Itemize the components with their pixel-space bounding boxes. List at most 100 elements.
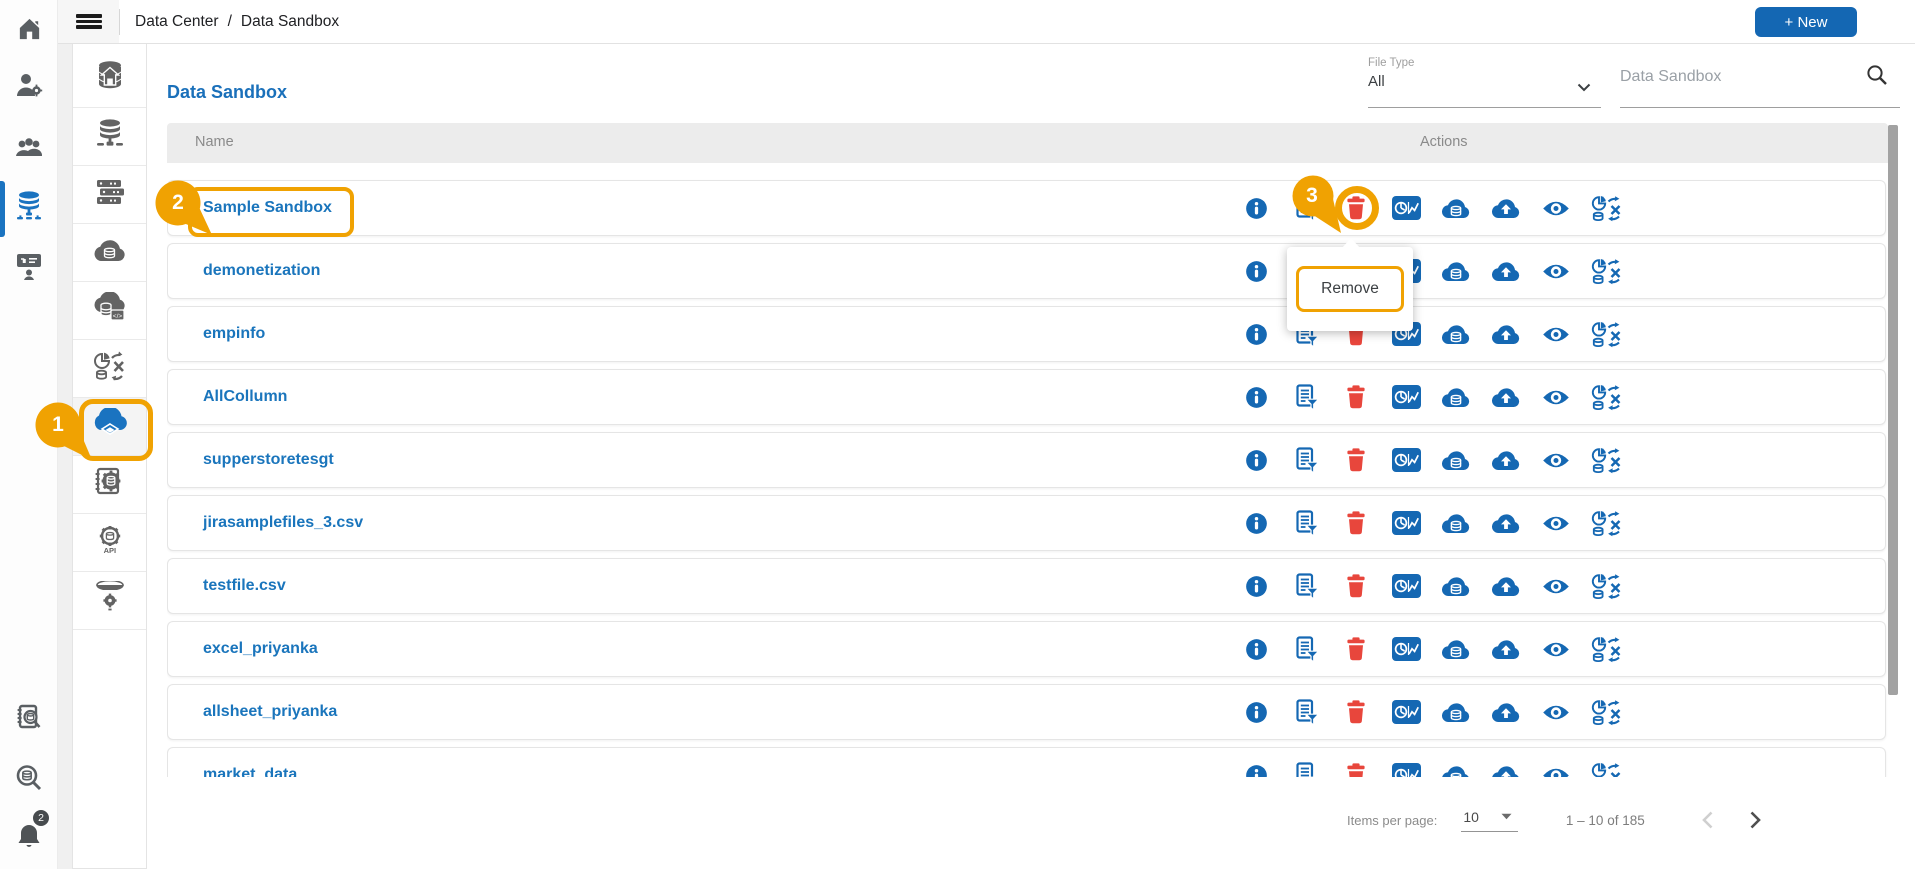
action-cloud-database[interactable] [1431,559,1481,613]
action-preview[interactable] [1531,433,1581,487]
action-cloud-database[interactable] [1431,307,1481,361]
action-visualize[interactable] [1381,370,1431,424]
action-cloud-database[interactable] [1431,181,1481,235]
sidebar-item-user-groups[interactable] [0,127,58,171]
action-preview[interactable] [1531,685,1581,739]
page-size-select[interactable]: 10 [1449,809,1518,832]
sidebar-item-metadata-search[interactable] [0,698,58,742]
row-name-link[interactable]: supperstoretesgt [203,433,334,487]
action-upload-cloud[interactable] [1481,496,1531,550]
action-remove[interactable] [1331,559,1381,613]
action-cloud-database[interactable] [1431,622,1481,676]
row-name-link[interactable]: market_data [203,748,297,777]
action-duplicate-filter[interactable] [1281,559,1331,613]
action-cloud-database[interactable] [1431,370,1481,424]
sidebar-item-notifications[interactable]: 2 [0,810,58,860]
action-remove[interactable] [1331,622,1381,676]
breadcrumb-data-sandbox[interactable]: Data Sandbox [241,13,339,31]
action-visualize[interactable] [1381,622,1431,676]
action-info[interactable] [1231,496,1281,550]
sidebar-item-data-engine[interactable] [73,456,146,514]
action-duplicate-filter[interactable] [1281,181,1331,235]
action-cloud-database[interactable] [1431,496,1481,550]
action-duplicate-filter[interactable] [1281,622,1331,676]
sidebar-item-data-search[interactable] [0,758,58,802]
file-type-select[interactable]: File Type All [1368,57,1601,108]
action-info[interactable] [1231,685,1281,739]
search-icon[interactable] [1866,64,1888,91]
action-cloud-database[interactable] [1431,244,1481,298]
action-data-sync[interactable] [1581,307,1631,361]
action-upload-cloud[interactable] [1481,244,1531,298]
action-info[interactable] [1231,370,1281,424]
sidebar-item-data-as-code[interactable]: </> [73,282,146,340]
action-remove[interactable] [1331,685,1381,739]
action-cloud-database[interactable] [1431,433,1481,487]
action-visualize[interactable] [1381,748,1431,777]
action-preview[interactable] [1531,244,1581,298]
sidebar-item-database-connections[interactable] [73,108,146,166]
sidebar-item-data-center-home[interactable] [73,50,146,108]
sidebar-item-user-settings[interactable] [0,66,58,110]
action-preview[interactable] [1531,748,1581,777]
action-remove[interactable] [1331,181,1381,235]
sidebar-item-home[interactable] [0,8,58,52]
sidebar-item-data-warehouse[interactable] [73,166,146,224]
action-info[interactable] [1231,559,1281,613]
action-data-sync[interactable] [1581,244,1631,298]
sidebar-item-data-transform[interactable] [73,340,146,398]
new-button[interactable]: + New [1755,7,1857,37]
row-name-link[interactable]: Sample Sandbox [203,181,332,235]
action-upload-cloud[interactable] [1481,433,1531,487]
action-preview[interactable] [1531,496,1581,550]
action-duplicate-filter[interactable] [1281,370,1331,424]
action-data-sync[interactable] [1581,370,1631,424]
action-upload-cloud[interactable] [1481,685,1531,739]
row-name-link[interactable]: empinfo [203,307,265,361]
action-info[interactable] [1231,622,1281,676]
hamburger-menu-button[interactable] [58,0,119,43]
action-duplicate-filter[interactable] [1281,748,1331,777]
action-data-sync[interactable] [1581,433,1631,487]
breadcrumb-data-center[interactable]: Data Center [135,13,219,31]
sidebar-item-presentation[interactable] [0,246,58,290]
action-visualize[interactable] [1381,685,1431,739]
action-cloud-database[interactable] [1431,685,1481,739]
action-data-sync[interactable] [1581,496,1631,550]
action-info[interactable] [1231,307,1281,361]
action-duplicate-filter[interactable] [1281,433,1331,487]
action-upload-cloud[interactable] [1481,181,1531,235]
action-visualize[interactable] [1381,496,1431,550]
action-visualize[interactable] [1381,433,1431,487]
action-preview[interactable] [1531,622,1581,676]
action-preview[interactable] [1531,181,1581,235]
sidebar-item-cloud-data[interactable] [73,224,146,282]
action-data-sync[interactable] [1581,181,1631,235]
sidebar-item-data-sandbox[interactable] [73,398,146,456]
action-info[interactable] [1231,181,1281,235]
action-remove[interactable] [1331,748,1381,777]
action-preview[interactable] [1531,307,1581,361]
row-name-link[interactable]: testfile.csv [203,559,286,613]
action-remove[interactable] [1331,496,1381,550]
action-cloud-database[interactable] [1431,748,1481,777]
action-visualize[interactable] [1381,181,1431,235]
row-name-link[interactable]: allsheet_priyanka [203,685,337,739]
row-name-link[interactable]: excel_priyanka [203,622,318,676]
action-info[interactable] [1231,748,1281,777]
vertical-scrollbar[interactable] [1888,125,1898,695]
action-data-sync[interactable] [1581,559,1631,613]
action-upload-cloud[interactable] [1481,559,1531,613]
action-remove[interactable] [1331,433,1381,487]
action-upload-cloud[interactable] [1481,370,1531,424]
action-duplicate-filter[interactable] [1281,496,1331,550]
action-upload-cloud[interactable] [1481,307,1531,361]
action-preview[interactable] [1531,370,1581,424]
next-page-button[interactable] [1741,805,1771,835]
sidebar-item-api-generator[interactable]: API [73,514,146,572]
action-info[interactable] [1231,433,1281,487]
action-info[interactable] [1231,244,1281,298]
row-name-link[interactable]: jirasamplefiles_3.csv [203,496,363,550]
row-name-link[interactable]: AllCollumn [203,370,287,424]
action-data-sync[interactable] [1581,622,1631,676]
